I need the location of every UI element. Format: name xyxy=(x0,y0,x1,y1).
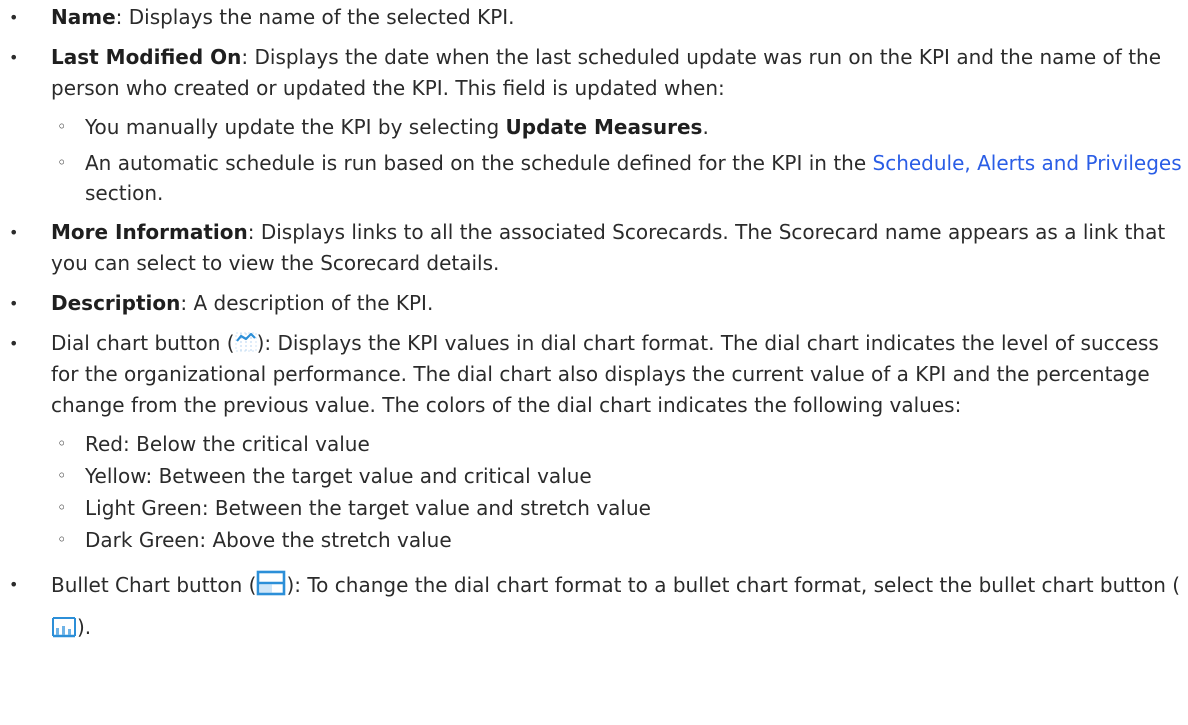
field-list: Name: Displays the name of the selected … xyxy=(0,2,1188,648)
term-last-modified: Last Modified On xyxy=(51,45,242,69)
dial-chart-lead: Dial chart button ( xyxy=(51,331,235,355)
automatic-text-end: section. xyxy=(85,181,164,205)
last-modified-sublist: You manually update the KPI by selecting… xyxy=(51,112,1188,208)
bullet-chart-desc: ): To change the dial chart format to a … xyxy=(286,573,1181,597)
bullet-chart-end: ). xyxy=(77,615,92,639)
automatic-text: An automatic schedule is run based on th… xyxy=(85,151,873,175)
desc-name: : Displays the name of the selected KPI. xyxy=(115,5,515,29)
list-item-dial-chart: Dial chart button ( ): Displays the KPI … xyxy=(0,328,1188,555)
term-description: Description xyxy=(51,291,181,315)
list-item-last-modified: Last Modified On: Displays the date when… xyxy=(0,42,1188,208)
bullet-chart-small-icon xyxy=(51,616,77,638)
update-measures-term: Update Measures xyxy=(505,115,703,139)
dial-color-red: Red: Below the critical value xyxy=(51,429,1188,459)
list-item-more-information: More Information: Displays links to all … xyxy=(0,217,1188,279)
dial-chart-icon xyxy=(235,331,257,353)
dial-color-yellow: Yellow: Between the target value and cri… xyxy=(51,461,1188,491)
list-item-bullet-chart: Bullet Chart button ( ): To change the d… xyxy=(0,564,1188,648)
schedule-alerts-privileges-link[interactable]: Schedule, Alerts and Privileges xyxy=(873,151,1182,175)
bullet-chart-lead: Bullet Chart button ( xyxy=(51,573,257,597)
desc-description: : A description of the KPI. xyxy=(180,291,434,315)
dial-color-dark-green: Dark Green: Above the stretch value xyxy=(51,525,1188,555)
manual-text-end: . xyxy=(702,115,709,139)
list-item-name: Name: Displays the name of the selected … xyxy=(0,2,1188,33)
sublist-item-automatic: An automatic schedule is run based on th… xyxy=(51,148,1188,208)
dial-color-light-green: Light Green: Between the target value an… xyxy=(51,493,1188,523)
term-name: Name xyxy=(51,5,116,29)
list-item-description: Description: A description of the KPI. xyxy=(0,288,1188,319)
dial-colors-sublist: Red: Below the critical value Yellow: Be… xyxy=(51,429,1188,555)
document-body: Name: Displays the name of the selected … xyxy=(0,2,1188,725)
term-more-information: More Information xyxy=(51,220,248,244)
manual-text: You manually update the KPI by selecting xyxy=(85,115,506,139)
sublist-item-manual: You manually update the KPI by selecting… xyxy=(51,112,1188,142)
bullet-chart-icon xyxy=(256,569,286,597)
